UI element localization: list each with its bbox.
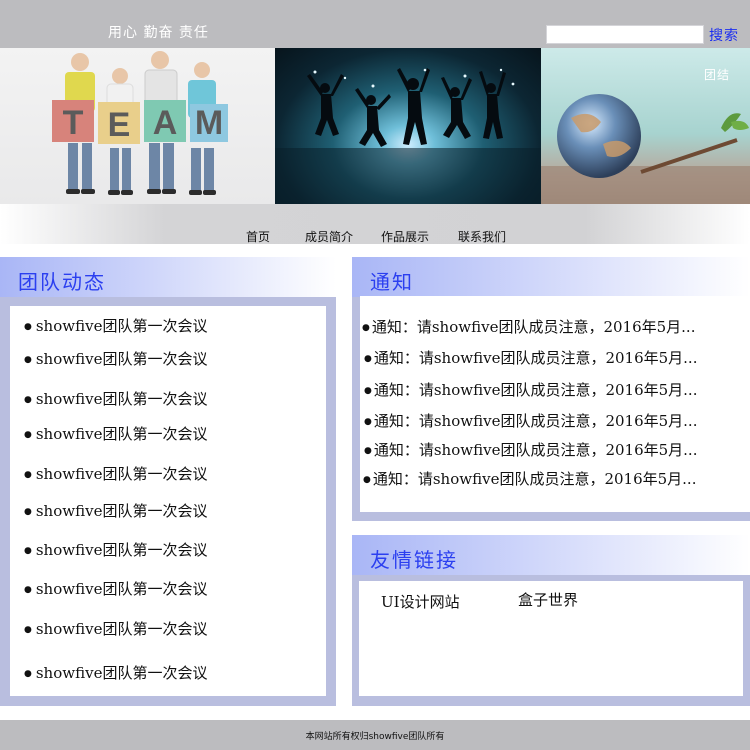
team-letter-t: T [63, 104, 84, 142]
page-root: 用心 勤奋 责任 搜索 T E A M 团结 首页 成员简介 作品展示 联系我们… [0, 0, 750, 750]
team-news-item[interactable]: showfive团队第一次会议 [24, 348, 208, 369]
team-letter-e: E [108, 106, 131, 144]
notice-body: 通知：请showfive团队成员注意，2016年5月... 通知：请showfi… [360, 296, 750, 512]
notice-panel: 通知 通知：请showfive团队成员注意，2016年5月... 通知：请sho… [352, 257, 750, 521]
banner-team-image: T E A M [0, 48, 275, 204]
notice-header: 通知 [352, 257, 750, 297]
team-news-item[interactable]: showfive团队第一次会议 [24, 618, 208, 639]
site-slogan: 用心 勤奋 责任 [108, 25, 209, 41]
search-button[interactable]: 搜索 [709, 25, 739, 45]
banner-jump-image [275, 48, 541, 204]
top-bar: 用心 勤奋 责任 搜索 [0, 0, 750, 48]
notice-item[interactable]: 通知：请showfive团队成员注意，2016年5月... [364, 439, 750, 460]
team-news-header: 团队动态 [0, 257, 336, 297]
footer-copyright: 本网站所有权归showfive团队所有 [305, 732, 445, 742]
team-news-item[interactable]: showfive团队第一次会议 [24, 539, 208, 560]
notice-item[interactable]: 通知：请showfive团队成员注意，2016年5月... [364, 410, 750, 431]
notice-item[interactable]: 通知：请showfive团队成员注意，2016年5月... [363, 468, 750, 489]
main-nav: 首页 成员简介 作品展示 联系我们 [0, 204, 750, 244]
notice-item[interactable]: 通知：请showfive团队成员注意，2016年5月... [362, 316, 750, 337]
banner-globe-image: 团结 [541, 48, 750, 204]
team-letter-a: A [153, 104, 178, 142]
team-news-panel: 团队动态 showfive团队第一次会议 showfive团队第一次会议 sho… [0, 257, 336, 706]
notice-item[interactable]: 通知：请showfive团队成员注意，2016年5月... [364, 347, 750, 368]
search-input[interactable] [546, 25, 704, 44]
links-title: 友情链接 [370, 548, 458, 572]
link-ui-design[interactable]: UI设计网站 [381, 591, 460, 612]
team-news-item[interactable]: showfive团队第一次会议 [24, 315, 208, 336]
notice-item[interactable]: 通知：请showfive团队成员注意，2016年5月... [364, 379, 750, 400]
team-news-item[interactable]: showfive团队第一次会议 [24, 388, 208, 409]
banner: T E A M 团结 [0, 48, 750, 204]
team-news-item[interactable]: showfive团队第一次会议 [24, 578, 208, 599]
nav-item-contact[interactable]: 联系我们 [458, 228, 506, 245]
team-letter-m: M [195, 104, 223, 142]
team-news-item[interactable]: showfive团队第一次会议 [24, 423, 208, 444]
links-header: 友情链接 [352, 535, 750, 575]
notice-title: 通知 [370, 270, 414, 294]
team-news-item[interactable]: showfive团队第一次会议 [24, 662, 208, 683]
nav-item-works[interactable]: 作品展示 [381, 228, 429, 245]
team-news-item[interactable]: showfive团队第一次会议 [24, 500, 208, 521]
footer: 本网站所有权归showfive团队所有 [0, 720, 750, 750]
team-illustration: T E A M [52, 51, 228, 195]
nav-item-members[interactable]: 成员简介 [305, 228, 353, 245]
link-box-world[interactable]: 盒子世界 [518, 589, 578, 610]
jumping-silhouettes [275, 68, 541, 204]
links-panel: 友情链接 UI设计网站 盒子世界 [352, 535, 750, 706]
team-news-title: 团队动态 [18, 270, 106, 294]
nav-item-home[interactable]: 首页 [246, 228, 270, 245]
team-news-body: showfive团队第一次会议 showfive团队第一次会议 showfive… [10, 306, 326, 696]
globe-caption: 团结 [704, 68, 731, 82]
links-body: UI设计网站 盒子世界 [359, 581, 743, 696]
team-news-item[interactable]: showfive团队第一次会议 [24, 463, 208, 484]
